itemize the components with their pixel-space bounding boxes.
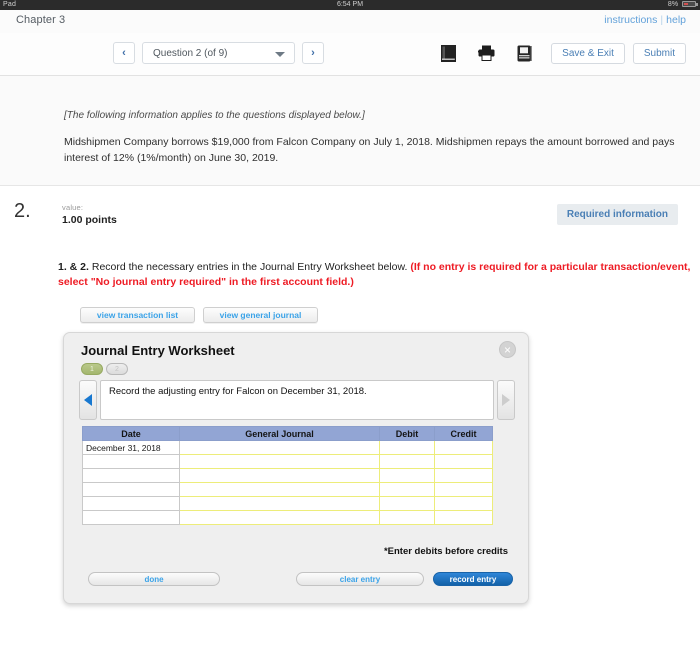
- status-badge: Required information: [556, 204, 678, 225]
- question-number: 2.: [14, 200, 31, 222]
- cell-date[interactable]: [82, 510, 180, 525]
- entry-pill-2[interactable]: 2: [106, 363, 128, 375]
- cell-credit[interactable]: [434, 496, 493, 511]
- cell-credit[interactable]: [434, 440, 493, 455]
- entry-pill-1[interactable]: 1: [81, 363, 103, 375]
- worksheet-footer: done clear entry record entry: [64, 572, 530, 587]
- worksheet-title: Journal Entry Worksheet: [81, 343, 235, 358]
- column-header-credit: Credit: [434, 426, 493, 441]
- table-row: [82, 454, 493, 469]
- shared-info-block: [The following information applies to th…: [0, 76, 700, 186]
- status-battery: 8%: [667, 0, 698, 10]
- cell-general-journal[interactable]: [179, 510, 380, 525]
- view-tabs: view transaction list view general journ…: [80, 307, 318, 323]
- arrow-right-icon: [502, 394, 510, 406]
- save-exit-button[interactable]: Save & Exit: [551, 42, 625, 64]
- cell-general-journal[interactable]: [179, 482, 380, 497]
- cell-debit[interactable]: [379, 468, 435, 483]
- cell-debit[interactable]: [379, 454, 435, 469]
- cell-credit[interactable]: [434, 482, 493, 497]
- cell-date[interactable]: [82, 454, 180, 469]
- column-header-date: Date: [82, 426, 180, 441]
- table-row: [82, 482, 493, 497]
- print-icon[interactable]: [467, 40, 505, 66]
- table-row: [82, 510, 493, 525]
- cell-general-journal[interactable]: [179, 468, 380, 483]
- clear-entry-button[interactable]: clear entry: [296, 572, 424, 586]
- question-nav-group: ‹ Question 2 (of 9) ›: [113, 42, 324, 64]
- question-selector[interactable]: Question 2 (of 9): [142, 42, 295, 64]
- record-navigator: Record the adjusting entry for Falcon on…: [79, 380, 515, 420]
- cell-debit[interactable]: [379, 482, 435, 497]
- cell-date[interactable]: [82, 496, 180, 511]
- status-time: 6:54 PM: [336, 1, 364, 8]
- next-record-button[interactable]: [497, 380, 515, 420]
- chapter-bar: Chapter 3 instructions | help: [0, 10, 700, 33]
- help-links: instructions | help: [604, 14, 686, 26]
- instructions-link[interactable]: instructions: [604, 14, 657, 26]
- info-body-text: Midshipmen Company borrows $19,000 from …: [64, 136, 675, 164]
- question-prompt: 1. & 2. Record the necessary entries in …: [58, 260, 698, 290]
- help-link[interactable]: help: [666, 14, 686, 26]
- submit-button[interactable]: Submit: [632, 42, 686, 64]
- table-row: [82, 468, 493, 483]
- cell-date[interactable]: December 31, 2018: [82, 440, 180, 455]
- prompt-prefix: 1. & 2.: [58, 261, 89, 273]
- record-instruction-text: Record the adjusting entry for Falcon on…: [100, 380, 494, 420]
- table-header-row: Date General Journal Debit Credit: [82, 426, 493, 441]
- table-row: December 31, 2018: [82, 440, 493, 455]
- journal-entry-table: Date General Journal Debit Credit Decemb…: [82, 426, 493, 525]
- toolbar-actions: Save & Exit Submit: [429, 40, 686, 66]
- cell-credit[interactable]: [434, 510, 493, 525]
- question-selector-label: Question 2 (of 9): [153, 47, 228, 59]
- points-value: 1.00 points: [62, 214, 117, 226]
- entry-pill-tabs: 1 2: [81, 363, 128, 375]
- question-value: value: 1.00 points: [62, 203, 117, 226]
- prompt-main: Record the necessary entries in the Jour…: [88, 261, 411, 273]
- debits-before-credits-note: *Enter debits before credits: [383, 546, 508, 557]
- cell-debit[interactable]: [379, 496, 435, 511]
- cell-debit[interactable]: [379, 440, 435, 455]
- link-separator: |: [660, 14, 664, 26]
- cell-date[interactable]: [82, 482, 180, 497]
- prev-question-button[interactable]: ‹: [113, 42, 135, 64]
- ios-status-bar: Pad 6:54 PM 8%: [0, 0, 700, 10]
- view-transaction-list-button[interactable]: view transaction list: [80, 307, 195, 323]
- arrow-left-icon: [84, 394, 92, 406]
- journal-table-body: December 31, 2018: [82, 440, 493, 525]
- applies-note: [The following information applies to th…: [64, 110, 365, 121]
- cell-credit[interactable]: [434, 454, 493, 469]
- cell-date[interactable]: [82, 468, 180, 483]
- ebook-icon[interactable]: [429, 40, 467, 66]
- cell-general-journal[interactable]: [179, 496, 380, 511]
- value-label: value:: [62, 203, 84, 212]
- done-button[interactable]: done: [88, 572, 220, 586]
- references-icon[interactable]: [505, 40, 543, 66]
- close-icon[interactable]: ×: [499, 341, 516, 358]
- column-header-debit: Debit: [379, 426, 435, 441]
- cell-general-journal[interactable]: [179, 454, 380, 469]
- app-root: Pad 6:54 PM 8% Chapter 3 instructions | he…: [0, 0, 700, 671]
- record-entry-button[interactable]: record entry: [433, 572, 513, 586]
- chevron-down-icon: [275, 52, 285, 57]
- battery-icon: [682, 1, 698, 7]
- cell-credit[interactable]: [434, 468, 493, 483]
- question-toolbar: ‹ Question 2 (of 9) › Save & Exit Submit: [0, 33, 700, 76]
- page-title: Chapter 3: [16, 14, 66, 26]
- cell-debit[interactable]: [379, 510, 435, 525]
- table-row: [82, 496, 493, 511]
- journal-entry-worksheet-panel: Journal Entry Worksheet × 1 2 Record the…: [63, 332, 529, 604]
- battery-percent-label: 8%: [667, 1, 679, 8]
- view-general-journal-button[interactable]: view general journal: [203, 307, 318, 323]
- column-header-general-journal: General Journal: [179, 426, 380, 441]
- cell-general-journal[interactable]: [179, 440, 380, 455]
- next-question-button[interactable]: ›: [302, 42, 324, 64]
- previous-record-button[interactable]: [79, 380, 97, 420]
